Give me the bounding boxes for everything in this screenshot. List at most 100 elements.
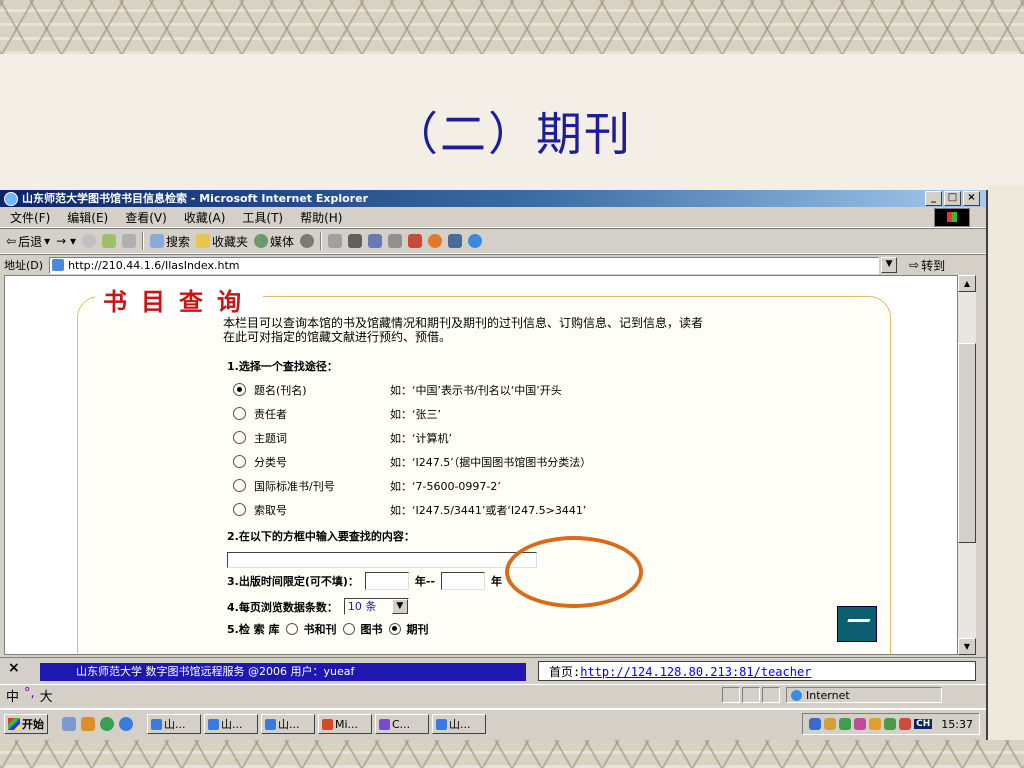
option-subject[interactable]: 主题词 如：‘计算机’ (233, 430, 452, 446)
slide-right-margin (988, 185, 1024, 740)
search-input[interactable] (227, 552, 537, 568)
forward-button[interactable]: → ▾ (56, 234, 76, 248)
task-button[interactable]: 山... (261, 714, 315, 734)
database-row: 5.检 索 库 书和刊 图书 期刊 (227, 621, 429, 637)
menu-tools[interactable]: 工具(T) (242, 209, 283, 226)
tray-icon[interactable] (854, 718, 867, 730)
menu-view[interactable]: 查看(V) (125, 209, 167, 226)
home-link[interactable]: http://124.128.80.213:81/teacher (580, 665, 811, 679)
refresh-icon[interactable] (102, 234, 117, 248)
chevron-down-icon[interactable]: ▼ (391, 599, 408, 614)
radio-classification[interactable] (233, 455, 246, 468)
mail-icon[interactable] (328, 234, 343, 248)
volume-icon[interactable] (824, 718, 837, 730)
ime-fullwidth[interactable]: 大 (40, 686, 53, 705)
tray-icon[interactable] (869, 718, 882, 730)
menu-edit[interactable]: 编辑(E) (67, 209, 108, 226)
media-button[interactable]: 媒体 (254, 233, 294, 250)
back-arrow-icon: ⇦ (6, 234, 17, 248)
option-example: 如：‘中国’表示书/刊名以‘中国’开头 (390, 384, 562, 397)
discuss-icon[interactable] (388, 234, 403, 248)
intro-text: 本栏目可以查询本馆的书及馆藏情况和期刊及期刊的过刊信息、订购信息、记到信息，读者… (223, 316, 704, 344)
clock: 15:37 (941, 717, 973, 731)
step4-label: 4.每页浏览数据条数： (227, 600, 338, 614)
library-logo-icon (837, 606, 877, 642)
ime-chinese[interactable]: 中 (6, 686, 19, 705)
zone-label: Internet (806, 688, 850, 702)
radio-call-number[interactable] (233, 503, 246, 516)
year-from-input[interactable] (364, 572, 409, 590)
task-button[interactable]: Mi... (318, 714, 372, 734)
go-label: 转到 (921, 258, 946, 273)
scroll-thumb[interactable] (958, 343, 976, 543)
close-button[interactable]: × (963, 191, 980, 206)
messenger-icon[interactable] (100, 717, 114, 731)
tray-icon[interactable] (884, 718, 897, 730)
windows-logo-icon (934, 208, 970, 227)
radio-books[interactable] (342, 623, 355, 635)
stop-icon[interactable] (82, 234, 97, 248)
edit-icon[interactable] (368, 234, 383, 248)
scroll-down-icon[interactable]: ▼ (958, 638, 976, 655)
minimize-button[interactable]: _ (925, 191, 942, 206)
per-page-select[interactable]: 10 条 ▼ (343, 598, 409, 615)
task-button[interactable]: C... (375, 714, 429, 734)
menu-favorites[interactable]: 收藏(A) (184, 209, 226, 226)
option-title[interactable]: 题名(刊名) 如：‘中国’表示书/刊名以‘中国’开头 (233, 382, 562, 398)
search-label: 搜索 (166, 234, 191, 249)
globe-icon[interactable] (468, 234, 483, 248)
messenger-icon[interactable] (408, 234, 423, 248)
tray-icon[interactable] (809, 718, 822, 730)
year-to-input[interactable] (441, 572, 486, 590)
history-icon[interactable] (300, 234, 315, 248)
task-button[interactable]: 山... (432, 714, 486, 734)
print-icon[interactable] (348, 234, 363, 248)
option-example: 如：‘张三’ (390, 408, 441, 421)
radio-journals[interactable] (388, 623, 401, 635)
go-button[interactable]: ⇨ 转到 (909, 257, 945, 274)
research-icon[interactable] (448, 234, 463, 248)
address-dropdown-icon[interactable]: ▼ (881, 257, 898, 273)
ie-icon (4, 191, 18, 206)
radio-title[interactable] (233, 383, 246, 396)
desktop-icon[interactable] (62, 717, 76, 731)
radio-isbn[interactable] (233, 479, 246, 492)
back-button[interactable]: ⇦ 后退 ▾ (6, 233, 50, 250)
start-button[interactable]: 开始 (4, 714, 48, 734)
option-author[interactable]: 责任者 如：‘张三’ (233, 406, 441, 422)
search-button[interactable]: 搜索 (150, 233, 190, 250)
tray-icon[interactable] (899, 718, 912, 730)
tray-icon[interactable] (839, 718, 852, 730)
db-label: 期刊 (406, 623, 429, 636)
radio-books-and-journals[interactable] (285, 623, 298, 635)
security-zone: Internet (786, 687, 942, 703)
option-classification[interactable]: 分类号 如：‘I247.5’（据中国图书馆图书分类法） (233, 454, 591, 470)
radio-subject[interactable] (233, 431, 246, 444)
window-title: 山东师范大学图书馆书目信息检索 - Microsoft Internet Exp… (22, 192, 368, 205)
option-isbn[interactable]: 国际标准书/刊号 如：‘7-5600-0997-2’ (233, 478, 501, 494)
title-bar[interactable]: 山东师范大学图书馆书目信息检索 - Microsoft Internet Exp… (0, 190, 986, 207)
player-icon[interactable] (428, 234, 443, 248)
ime-toolbar[interactable]: 中 °, 大 (0, 686, 202, 705)
task-button[interactable]: 山... (147, 714, 201, 734)
language-indicator[interactable]: CH (914, 719, 933, 729)
scroll-up-icon[interactable]: ▲ (958, 275, 976, 292)
menu-help[interactable]: 帮助(H) (300, 209, 342, 226)
media-player-icon[interactable] (81, 717, 95, 731)
option-label: 索取号 (254, 504, 287, 517)
radio-author[interactable] (233, 407, 246, 420)
vertical-scrollbar[interactable]: ▲ ▼ (958, 275, 976, 655)
ime-punctuation[interactable]: °, (24, 686, 35, 705)
menu-file[interactable]: 文件(F) (10, 209, 50, 226)
ie-icon[interactable] (119, 717, 133, 731)
option-example: 如：‘I247.5’（据中国图书馆图书分类法） (390, 456, 592, 469)
favorites-button[interactable]: 收藏夹 (196, 233, 248, 250)
address-label: 地址(D) (4, 259, 44, 272)
option-call-number[interactable]: 索取号 如：‘I247.5/3441’或者‘I247.5>3441’ (233, 502, 586, 518)
task-button[interactable]: 山... (204, 714, 258, 734)
address-input[interactable]: http://210.44.1.6/IlasIndex.htm (49, 256, 880, 274)
home-icon[interactable] (122, 234, 137, 248)
close-icon[interactable]: × (8, 660, 20, 676)
option-example: 如：‘7-5600-0997-2’ (390, 480, 501, 493)
maximize-button[interactable]: □ (944, 191, 961, 206)
